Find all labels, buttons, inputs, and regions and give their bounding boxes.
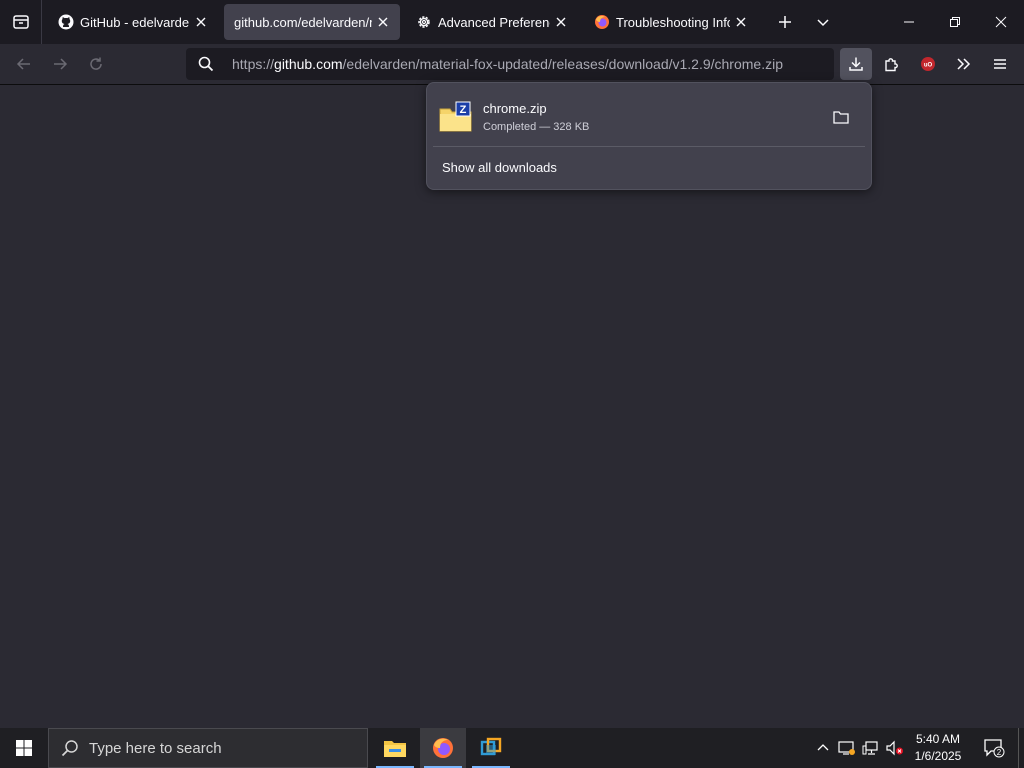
chevron-down-icon (817, 19, 829, 27)
taskbar-firefox[interactable] (420, 728, 466, 768)
plus-icon (779, 16, 791, 28)
tab-title: Troubleshooting Information (616, 14, 730, 30)
github-icon (58, 14, 74, 30)
tab-title: github.com/edelvarden/material-fox-updat… (234, 14, 372, 30)
speaker-muted-icon (886, 740, 903, 756)
tab-advanced-preferences[interactable]: Advanced Preferences (406, 4, 578, 40)
tray-app-button[interactable] (836, 728, 858, 768)
gear-icon (416, 14, 432, 30)
svg-text:Z: Z (460, 104, 467, 116)
firefox-icon (594, 14, 610, 30)
download-icon (849, 57, 863, 71)
notification-icon: 2 (984, 739, 1005, 758)
taskbar-virtualbox[interactable] (468, 728, 514, 768)
search-placeholder: Type here to search (89, 739, 222, 757)
clock[interactable]: 5:40 AM 1/6/2025 (906, 731, 970, 765)
hamburger-menu-icon (994, 59, 1006, 69)
close-window-button[interactable] (978, 0, 1024, 44)
url-host: github.com (274, 56, 343, 72)
firefox-view-icon (12, 15, 29, 29)
volume-button[interactable] (884, 728, 906, 768)
start-button[interactable] (0, 728, 48, 768)
windows-logo-icon (16, 740, 32, 756)
tab-bar: GitHub - edelvarden/material-fox-updated… (0, 0, 1024, 44)
firefox-view-button[interactable] (0, 0, 42, 44)
navigation-toolbar: https://github.com/edelvarden/material-f… (0, 44, 1024, 85)
notification-count: 2 (997, 748, 1002, 757)
show-all-downloads-button[interactable]: Show all downloads (442, 160, 557, 175)
url-scheme: https:// (232, 56, 275, 72)
divider (433, 146, 865, 147)
double-chevron-right-icon (957, 58, 971, 70)
restore-button[interactable] (932, 0, 978, 44)
new-tab-button[interactable] (766, 4, 804, 40)
clock-date: 1/6/2025 (914, 749, 962, 763)
minimize-icon (904, 21, 914, 23)
overflow-menu-button[interactable] (948, 48, 980, 80)
show-desktop-button[interactable] (1018, 728, 1024, 768)
tab-troubleshooting[interactable]: Troubleshooting Information (584, 4, 758, 40)
puzzle-piece-icon (885, 58, 898, 72)
close-tab-icon[interactable] (734, 15, 748, 29)
back-button[interactable] (8, 48, 40, 80)
arrow-right-icon (54, 58, 68, 70)
network-button[interactable] (860, 728, 882, 768)
download-filename: chrome.zip (483, 101, 547, 116)
download-status: Completed — 328 KB (483, 121, 590, 133)
download-item[interactable]: Z chrome.zip Completed — 328 KB (435, 91, 863, 143)
downloads-panel: Z chrome.zip Completed — 328 KB Show all… (426, 82, 872, 190)
windows-taskbar: Type here to search 5:40 AM 1/6/2025 2 (0, 728, 1024, 768)
ublock-origin-icon: uO (921, 57, 935, 71)
show-hidden-icons-button[interactable] (812, 728, 834, 768)
url-text[interactable]: https://github.com/edelvarden/material-f… (232, 56, 783, 72)
zip-archive-icon: Z (439, 101, 473, 133)
taskbar-search-box[interactable]: Type here to search (48, 728, 368, 768)
folder-icon (833, 111, 849, 124)
app-menu-button[interactable] (984, 48, 1016, 80)
monitor-update-icon (838, 741, 855, 755)
clock-time: 5:40 AM (915, 732, 961, 746)
tab-github[interactable]: GitHub - edelvarden/material-fox-updated (48, 4, 218, 40)
url-path: /edelvarden/material-fox-updated/release… (342, 56, 783, 72)
arrow-left-icon (16, 58, 30, 70)
close-icon (995, 16, 1007, 28)
network-icon (862, 741, 878, 755)
tab-github-download[interactable]: github.com/edelvarden/material-fox-updat… (224, 4, 400, 40)
search-icon (186, 56, 226, 72)
restore-icon (950, 17, 960, 27)
list-all-tabs-button[interactable] (804, 4, 842, 40)
firefox-icon (433, 738, 453, 758)
ublock-origin-button[interactable]: uO (912, 48, 944, 80)
close-tab-icon[interactable] (376, 15, 390, 29)
minimize-button[interactable] (886, 0, 932, 44)
close-tab-icon[interactable] (554, 15, 568, 29)
file-explorer-icon (384, 741, 406, 757)
tab-title: Advanced Preferences (438, 14, 550, 30)
extensions-button[interactable] (876, 48, 908, 80)
taskbar-file-explorer[interactable] (372, 728, 418, 768)
close-tab-icon[interactable] (194, 15, 208, 29)
virtualbox-icon (480, 737, 502, 756)
open-containing-folder-button[interactable] (827, 103, 855, 131)
chevron-up-icon (817, 744, 829, 751)
svg-text:uO: uO (924, 63, 933, 69)
action-center-button[interactable]: 2 (978, 728, 1010, 768)
tab-title: GitHub - edelvarden/material-fox-updated (80, 14, 190, 30)
reload-icon (90, 57, 102, 70)
forward-button[interactable] (44, 48, 76, 80)
search-icon (61, 740, 78, 757)
downloads-button[interactable] (840, 48, 872, 80)
reload-button[interactable] (80, 48, 112, 80)
url-bar[interactable]: https://github.com/edelvarden/material-f… (186, 48, 834, 80)
